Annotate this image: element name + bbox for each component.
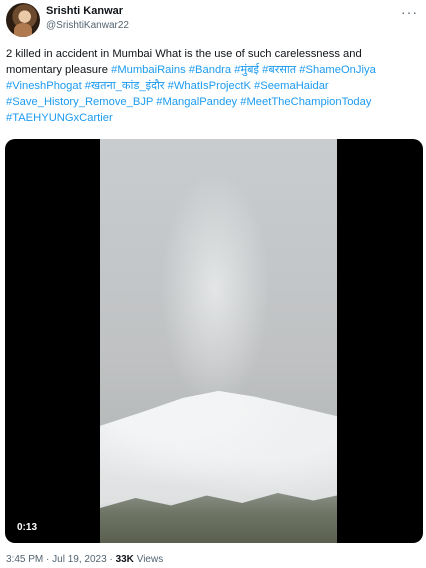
tweet-text: 2 killed in accident in Mumbai What is t… — [6, 46, 418, 126]
author-handle[interactable]: @SrishtiKanwar22 — [46, 20, 129, 31]
meta-separator: · — [46, 554, 50, 565]
tweet-header: Srishti Kanwar @SrishtiKanwar22 ··· — [0, 0, 426, 40]
views-label: Views — [136, 554, 164, 565]
tweet-date[interactable]: Jul 19, 2023 — [52, 554, 107, 565]
hashtag[interactable]: #MangalPandey — [156, 96, 237, 108]
meta-separator: · — [109, 554, 113, 565]
video-frame[interactable] — [100, 139, 337, 543]
hashtag[interactable]: #Save_History_Remove_BJP — [6, 96, 153, 108]
hashtag[interactable]: #SeemaHaidar — [254, 80, 329, 92]
hashtag[interactable]: #MeetTheChampionToday — [240, 96, 371, 108]
video-player[interactable]: 0:13 — [5, 139, 423, 543]
hashtag[interactable]: #खतना_कांड_इंदौर — [85, 80, 165, 92]
hashtag[interactable]: #ShameOnJiya — [299, 64, 376, 76]
tweet-meta: 3:45 PM · Jul 19, 2023 · 33K Views — [6, 554, 163, 565]
views-count: 33K — [115, 554, 134, 565]
video-ground — [100, 493, 337, 543]
hashtag[interactable]: #WhatIsProjectK — [168, 80, 251, 92]
author-display-name[interactable]: Srishti Kanwar — [46, 5, 123, 17]
hashtag[interactable]: #बरसात — [262, 64, 296, 76]
tweet-time[interactable]: 3:45 PM — [6, 554, 43, 565]
video-mist — [160, 169, 270, 409]
more-dots-icon[interactable]: ··· — [401, 4, 418, 20]
hashtag[interactable]: #VineshPhogat — [6, 80, 82, 92]
hashtag[interactable]: #MumbaiRains — [111, 64, 186, 76]
video-duration: 0:13 — [17, 522, 38, 533]
hashtag[interactable]: #Bandra — [189, 64, 231, 76]
hashtag[interactable]: #TAEHYUNGxCartier — [6, 112, 113, 124]
hashtag[interactable]: #मुंबई — [234, 64, 259, 76]
avatar[interactable] — [6, 3, 40, 37]
